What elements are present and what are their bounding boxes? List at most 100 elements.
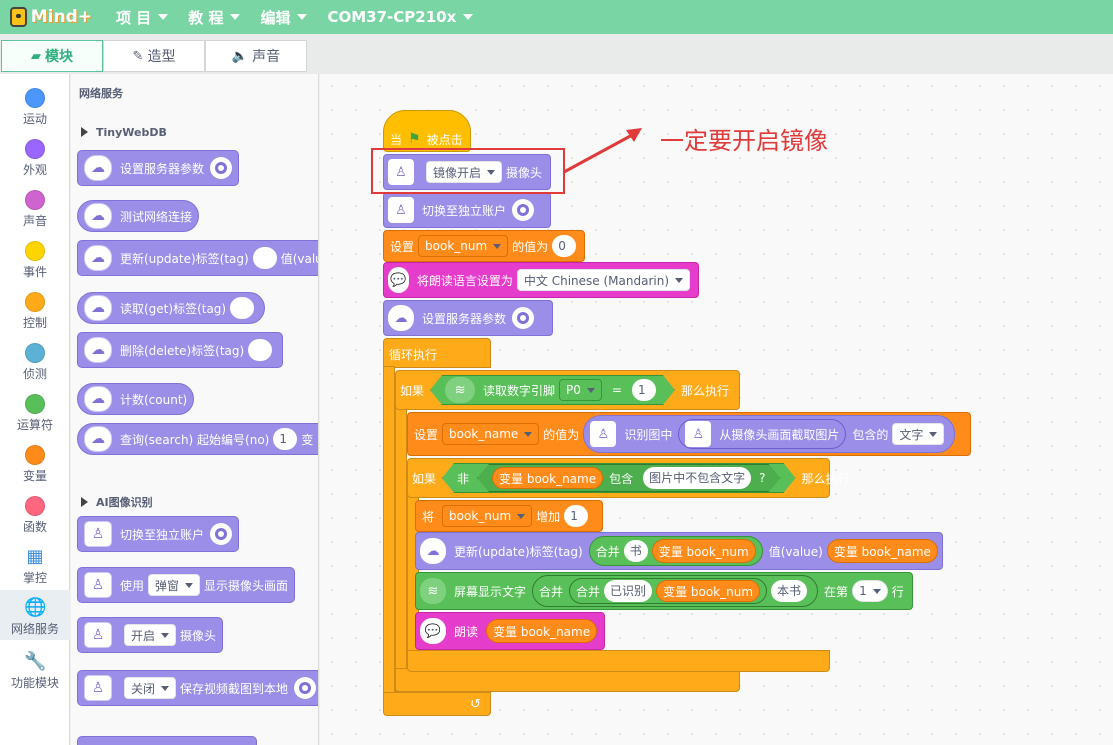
wrench-icon: 🔧 <box>24 651 47 672</box>
palette-block-count[interactable]: ☁ 计数(count) <box>77 383 195 415</box>
palette-block-test-network[interactable]: ☁ 测试网络连接 <box>77 200 200 232</box>
palette-block-search[interactable]: ☁ 查询(search) 起始编号(no) 1 变 <box>77 423 318 455</box>
capture-image-reporter[interactable]: ♙ 从摄像头画面截取图片 <box>678 419 847 449</box>
category-looks[interactable]: 外观 <box>0 131 70 181</box>
gear-icon[interactable] <box>210 157 233 179</box>
variable-dropdown[interactable]: book_name <box>442 423 540 445</box>
menu-edit[interactable]: 编辑 <box>260 7 308 28</box>
start-number-input[interactable]: 1 <box>273 428 298 450</box>
camera-state-dropdown[interactable]: 开启 <box>124 624 177 646</box>
variable-reporter[interactable]: 变量 book_name <box>486 619 598 643</box>
category-events[interactable]: 事件 <box>0 233 70 283</box>
category-label: 声音 <box>22 214 47 228</box>
speak-block[interactable]: 💬 朗读 变量 book_name <box>415 612 605 650</box>
tag-input[interactable] <box>230 297 255 319</box>
variable-reporter[interactable]: 变量 book_name <box>492 467 603 489</box>
category-motion[interactable]: 运动 <box>0 80 70 130</box>
gear-icon[interactable] <box>512 307 535 329</box>
value-input[interactable]: 0 <box>552 235 577 257</box>
palette-block-get-tag[interactable]: ☁ 读取(get)标签(tag) <box>77 292 266 324</box>
palette-block-update-tag[interactable]: ☁ 更新(update)标签(tag) 值(valu <box>77 240 318 276</box>
palette-block-set-server[interactable]: ☁ 设置服务器参数 <box>77 150 240 186</box>
mindplus-logo[interactable]: Mind+ <box>10 7 92 27</box>
tag-input[interactable] <box>248 339 273 361</box>
speaker-icon: 🔈 <box>231 48 249 64</box>
not-operator[interactable]: 非 变量 book_name 包含 图片中不包含文字 ? <box>442 463 796 493</box>
variable-reporter[interactable]: 变量 book_name <box>826 539 938 563</box>
switch-account-block[interactable]: ♙ 切换至独立账户 <box>383 192 551 228</box>
value-input[interactable]: 1 <box>632 379 656 401</box>
palette-block-partial[interactable] <box>77 736 257 745</box>
value-input[interactable]: 1 <box>564 505 589 527</box>
block-palette: 网络服务 TinyWebDB ☁ 设置服务器参数 ☁ 测试网络连接 ☁ 更新(upda… <box>71 74 319 745</box>
text-input[interactable]: 已识别 <box>604 580 653 602</box>
contains-operator[interactable]: 变量 book_name 包含 图片中不包含文字 ? <box>477 464 781 492</box>
menu-bar: Mind+ 项 目 教 程 编辑 COM37-CP210x <box>0 0 1113 34</box>
join-reporter[interactable]: 合并 合并 已识别 变量 book_num 本书 <box>532 575 819 607</box>
palette-block-delete-tag[interactable]: ☁ 删除(delete)标签(tag) <box>77 332 284 368</box>
display-mode-dropdown[interactable]: 弹窗 <box>148 574 201 596</box>
equals-operator[interactable]: ≋ 读取数字引脚 P0 = 1 <box>430 375 675 405</box>
category-functions[interactable]: 函数 <box>0 488 70 538</box>
join-reporter[interactable]: 合并 书 变量 book_num <box>588 536 763 566</box>
tab-blocks[interactable]: ▰ 模块 <box>1 40 103 72</box>
cloud-icon: ☁ <box>84 155 112 181</box>
set-server-block[interactable]: ☁ 设置服务器参数 <box>383 300 553 336</box>
palette-section-title: 网络服务 <box>79 87 123 100</box>
inner-join-reporter[interactable]: 合并 已识别 变量 book_num <box>569 578 768 604</box>
variable-dropdown[interactable]: book_num <box>418 235 509 257</box>
category-variables[interactable]: 变量 <box>0 437 70 487</box>
gear-icon[interactable] <box>294 677 317 699</box>
set-tts-language-block[interactable]: 💬 将朗读语言设置为 中文 Chinese (Mandarin) <box>383 262 699 298</box>
row-dropdown[interactable]: 1 <box>852 580 888 602</box>
variable-reporter[interactable]: 变量 book_num <box>651 539 756 563</box>
block-label: 设置服务器参数 <box>422 311 507 326</box>
menu-label: 项 目 <box>116 8 152 27</box>
palette-block-save-screenshot[interactable]: ♙ 关闭 保存视频截图到本地 <box>77 670 318 706</box>
tab-costumes[interactable]: ✎ 造型 <box>103 40 205 72</box>
category-board[interactable]: ▦ 掌控 <box>0 539 70 589</box>
palette-block-camera-toggle[interactable]: ♙ 开启 摄像头 <box>77 617 224 653</box>
block-label: 查询(search) 起始编号(no) <box>120 432 270 447</box>
inner-if-block-header[interactable]: 如果 非 变量 book_name 包含 图片中不包含文字 ? 那么执行 <box>407 458 850 498</box>
text-input[interactable]: 本书 <box>771 580 808 602</box>
menu-label: 教 程 <box>188 8 224 27</box>
category-sound[interactable]: 声音 <box>0 182 70 232</box>
gear-icon[interactable] <box>210 523 233 545</box>
menu-tutorial[interactable]: 教 程 <box>188 7 241 28</box>
change-variable-block[interactable]: 将 book_num 增加 1 <box>415 500 603 532</box>
category-modules[interactable]: 🔧 功能模块 <box>0 644 70 694</box>
set-book-name-block[interactable]: 设置 book_name 的值为 ♙ 识别图中 ♙ 从摄像头画面截取图片 包含的 … <box>407 412 971 456</box>
palette-block-switch-account[interactable]: ♙ 切换至独立账户 <box>77 516 240 552</box>
language-dropdown[interactable]: 中文 Chinese (Mandarin) <box>516 269 690 291</box>
variable-dropdown[interactable]: book_num <box>442 505 533 527</box>
menu-port[interactable]: COM37-CP210x <box>327 8 474 26</box>
category-operators[interactable]: 运算符 <box>0 386 70 436</box>
tag-input[interactable] <box>252 247 277 269</box>
set-variable-block[interactable]: 设置 book_num 的值为 0 <box>383 230 585 262</box>
display-text-block[interactable]: ≋ 屏幕显示文字 合并 合并 已识别 变量 book_num 本书 在第 1 行 <box>415 572 913 610</box>
recognize-type-dropdown[interactable]: 文字 <box>892 423 945 445</box>
cloud-icon: ☁ <box>84 386 112 412</box>
cloud-icon: ☁ <box>388 305 414 331</box>
category-control[interactable]: 控制 <box>0 284 70 334</box>
palette-block-show-camera[interactable]: ♙ 使用 弹窗 显示摄像头画面 <box>77 567 296 603</box>
recognize-text-reporter[interactable]: ♙ 识别图中 ♙ 从摄像头画面截取图片 包含的 文字 <box>583 415 956 453</box>
if-block-header[interactable]: 如果 ≋ 读取数字引脚 P0 = 1 那么执行 <box>395 370 740 410</box>
block-label: 那么执行 <box>680 383 729 398</box>
pin-dropdown[interactable]: P0 <box>559 379 602 401</box>
close-state-dropdown[interactable]: 关闭 <box>124 677 177 699</box>
update-tag-block[interactable]: ☁ 更新(update)标签(tag) 合并 书 变量 book_num 值(v… <box>415 532 943 570</box>
category-sensing[interactable]: 侦测 <box>0 335 70 385</box>
caret-down-icon <box>158 14 169 20</box>
menu-project[interactable]: 项 目 <box>116 7 169 28</box>
category-network[interactable]: 🌐 网络服务 <box>0 590 70 640</box>
gear-icon[interactable] <box>512 199 535 221</box>
text-input[interactable]: 图片中不包含文字 <box>643 467 751 489</box>
variable-reporter[interactable]: 变量 book_num <box>656 580 761 602</box>
block-label: 包含 <box>609 471 634 486</box>
tab-label: 模块 <box>45 49 73 65</box>
tab-sounds[interactable]: 🔈 声音 <box>205 40 307 72</box>
when-flag-clicked-block[interactable]: 当 ⚑ 被点击 <box>383 110 471 152</box>
text-input[interactable]: 书 <box>623 540 648 562</box>
